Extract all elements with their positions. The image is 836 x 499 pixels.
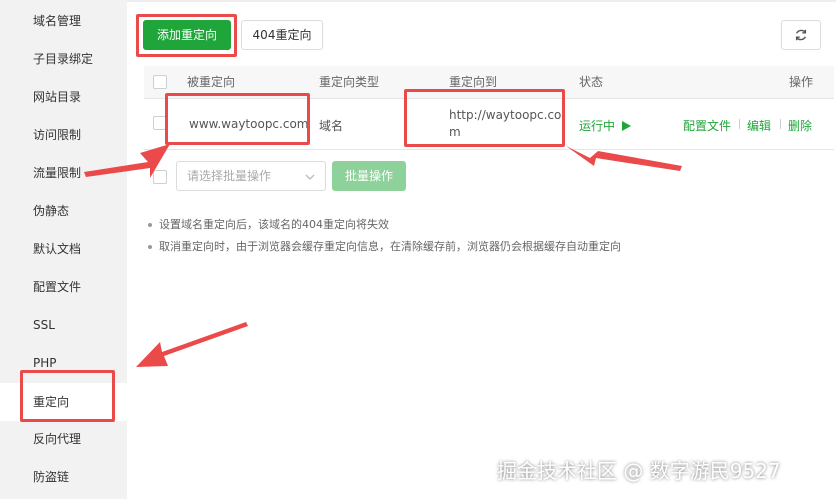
arrow-icon-to-target bbox=[566, 146, 682, 171]
arrow-icon-to-source bbox=[84, 144, 170, 178]
arrow-icon-to-redirect-menu bbox=[136, 322, 248, 367]
annotation-arrows bbox=[84, 144, 682, 367]
watermark: 掘金技术社区 @ 数字游民9527 bbox=[497, 459, 781, 483]
